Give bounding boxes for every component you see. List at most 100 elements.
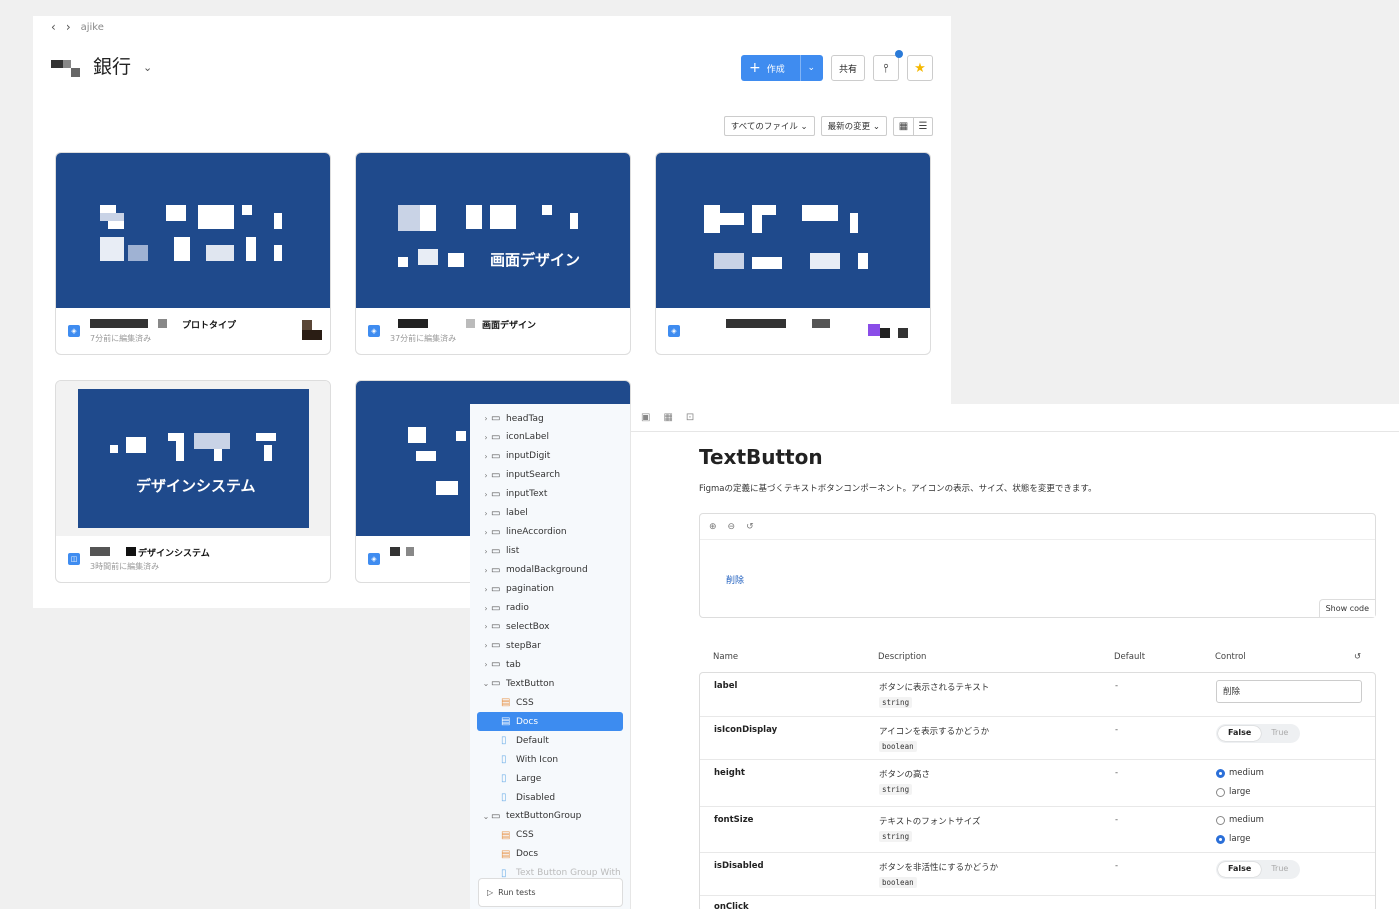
chevron-right-icon[interactable]: ›: [481, 452, 491, 461]
arg-type: string: [879, 831, 913, 842]
table-row: onClick: [700, 896, 1375, 909]
folder-icon: ▭: [491, 583, 501, 595]
tree-item-inputdigit[interactable]: › ▭ inputDigit: [470, 447, 631, 466]
tree-item-css[interactable]: ▤ CSS: [470, 826, 631, 845]
project-title[interactable]: 銀行: [93, 52, 131, 79]
toggle-true[interactable]: True: [1261, 726, 1298, 741]
tree-item-label: Default: [516, 735, 549, 746]
zoom-reset-icon[interactable]: ↺: [746, 522, 754, 532]
back-arrow-icon[interactable]: ‹: [51, 20, 56, 34]
tree-item-docs[interactable]: ▤ Docs: [470, 845, 631, 864]
args-table: label ボタンに表示されるテキスト string - 削除 isIconDi…: [699, 672, 1376, 909]
tree-item-selectbox[interactable]: › ▭ selectBox: [470, 617, 631, 636]
chevron-down-icon[interactable]: ⌄: [807, 63, 815, 73]
radio-label: large: [1229, 834, 1251, 844]
tree-item-inputsearch[interactable]: › ▭ inputSearch: [470, 466, 631, 485]
story-preview: ⊕ ⊖ ↺ 削除 Show code: [699, 513, 1376, 618]
tree-item-css[interactable]: ▤ CSS: [470, 693, 631, 712]
file-card[interactable]: ◈: [655, 152, 931, 355]
chevron-right-icon[interactable]: ›: [481, 566, 491, 575]
toggle-false[interactable]: False: [1218, 862, 1262, 877]
chevron-right-icon[interactable]: ›: [481, 490, 491, 499]
play-icon: ▷: [487, 888, 494, 897]
tree-item-pagination[interactable]: › ▭ pagination: [470, 580, 631, 599]
file-card[interactable]: 画面デザイン ◈ 画面デザイン 37分前に編集済み: [355, 152, 631, 355]
list-view-icon[interactable]: ☰: [913, 117, 932, 135]
tree-item-label: inputSearch: [506, 470, 561, 481]
table-row: height ボタンの高さ string - medium large: [700, 760, 1375, 807]
chevron-right-icon[interactable]: ›: [481, 660, 491, 669]
tree-item-label: selectBox: [506, 621, 550, 632]
tree-item-disabled[interactable]: ▯ Disabled: [470, 788, 631, 807]
create-button[interactable]: + 作成 ⌄: [740, 55, 823, 81]
chevron-right-icon[interactable]: ›: [481, 547, 491, 556]
chevron-right-icon[interactable]: ›: [481, 509, 491, 518]
tree-item-default[interactable]: ▯ Default: [470, 731, 631, 750]
toggle-true[interactable]: True: [1261, 862, 1298, 877]
tree-item-iconlabel[interactable]: › ▭ iconLabel: [470, 428, 631, 447]
chevron-right-icon[interactable]: ›: [481, 641, 491, 650]
chevron-down-icon[interactable]: ⌄: [481, 679, 491, 688]
sort-dropdown[interactable]: 最新の変更 ⌄: [820, 116, 887, 136]
chevron-right-icon[interactable]: ›: [481, 585, 491, 594]
tree-item-inputtext[interactable]: › ▭ inputText: [470, 485, 631, 504]
chevron-right-icon[interactable]: ›: [481, 528, 491, 537]
chevron-right-icon[interactable]: ›: [481, 433, 491, 442]
boolean-toggle[interactable]: False True: [1216, 860, 1301, 879]
arg-default: -: [1115, 725, 1119, 735]
frame-icon[interactable]: ⊡: [686, 412, 694, 423]
arg-description: テキストのフォントサイズ: [879, 817, 981, 827]
radio-label: medium: [1229, 768, 1264, 778]
chevron-right-icon[interactable]: ›: [481, 622, 491, 631]
tree-item-stepbar[interactable]: › ▭ stepBar: [470, 636, 631, 655]
doc-description: Figmaの定義に基づくテキストボタンコンポーネント。アイコンの表示、サイズ、状…: [699, 484, 1097, 494]
reset-icon[interactable]: ↺: [1354, 652, 1361, 662]
preview-text-button[interactable]: 削除: [726, 573, 744, 586]
storybook-sidebar: › ▭ headTag › ▭ iconLabel › ▭ inputDigit › ▭ inputS…: [470, 404, 631, 909]
tree-item-lineaccordion[interactable]: › ▭ lineAccordion: [470, 523, 631, 542]
chevron-right-icon[interactable]: ›: [481, 471, 491, 480]
file-card[interactable]: デザインシステム ◫ デザインシステム 3時間前に編集済み: [55, 380, 331, 583]
run-tests-button[interactable]: ▷ Run tests: [478, 878, 623, 907]
show-code-button[interactable]: Show code: [1318, 599, 1375, 617]
radio-medium[interactable]: medium: [1216, 815, 1264, 825]
tree-item-label[interactable]: › ▭ label: [470, 504, 631, 523]
tree-item-headtag[interactable]: › ▭ headTag: [470, 409, 631, 428]
forward-arrow-icon[interactable]: ›: [66, 20, 71, 34]
chevron-down-icon[interactable]: ⌄: [143, 61, 152, 74]
boolean-toggle[interactable]: False True: [1216, 724, 1301, 743]
tree-item-with-icon[interactable]: ▯ With Icon: [470, 750, 631, 769]
share-button[interactable]: 共有: [830, 55, 865, 81]
image-icon[interactable]: ▣: [641, 412, 650, 423]
label-text-input[interactable]: 削除: [1216, 680, 1362, 703]
toggle-false[interactable]: False: [1218, 726, 1262, 741]
tree-item-textbuttongroup[interactable]: ⌄ ▭ textButtonGroup: [470, 807, 631, 826]
tree-item-textbutton[interactable]: ⌄ ▭ TextButton: [470, 674, 631, 693]
plus-icon: +: [748, 60, 761, 76]
settings-sliders-button[interactable]: ⫯: [873, 50, 903, 81]
radio-large[interactable]: large: [1216, 834, 1251, 844]
grid-icon[interactable]: ▦: [663, 412, 672, 423]
radio-large[interactable]: large: [1216, 787, 1251, 797]
tree-item-large[interactable]: ▯ Large: [470, 769, 631, 788]
tree-item-list[interactable]: › ▭ list: [470, 542, 631, 561]
tree-item-modalbackground[interactable]: › ▭ modalBackground: [470, 561, 631, 580]
file-thumbnail: 画面デザイン: [356, 153, 630, 308]
arg-default: -: [1115, 861, 1119, 871]
filter-files-dropdown[interactable]: すべてのファイル ⌄: [723, 116, 815, 136]
tree-item-tab[interactable]: › ▭ tab: [470, 655, 631, 674]
tree-item-docs[interactable]: ▤ Docs: [477, 712, 623, 732]
tree-item-radio[interactable]: › ▭ radio: [470, 599, 631, 618]
arg-name: fontSize: [714, 815, 754, 825]
file-name: 画面デザイン: [482, 321, 537, 331]
grid-view-icon[interactable]: ▦: [894, 118, 913, 135]
favorite-button[interactable]: ★: [907, 55, 933, 81]
breadcrumb-project[interactable]: ajike: [81, 22, 104, 33]
zoom-in-icon[interactable]: ⊕: [709, 522, 717, 532]
file-card[interactable]: ◈ プロトタイプ 7分前に編集済み: [55, 152, 331, 355]
chevron-right-icon[interactable]: ›: [481, 604, 491, 613]
radio-medium[interactable]: medium: [1216, 768, 1264, 778]
chevron-down-icon[interactable]: ⌄: [481, 812, 491, 821]
zoom-out-icon[interactable]: ⊖: [728, 522, 736, 532]
chevron-right-icon[interactable]: ›: [481, 414, 491, 423]
